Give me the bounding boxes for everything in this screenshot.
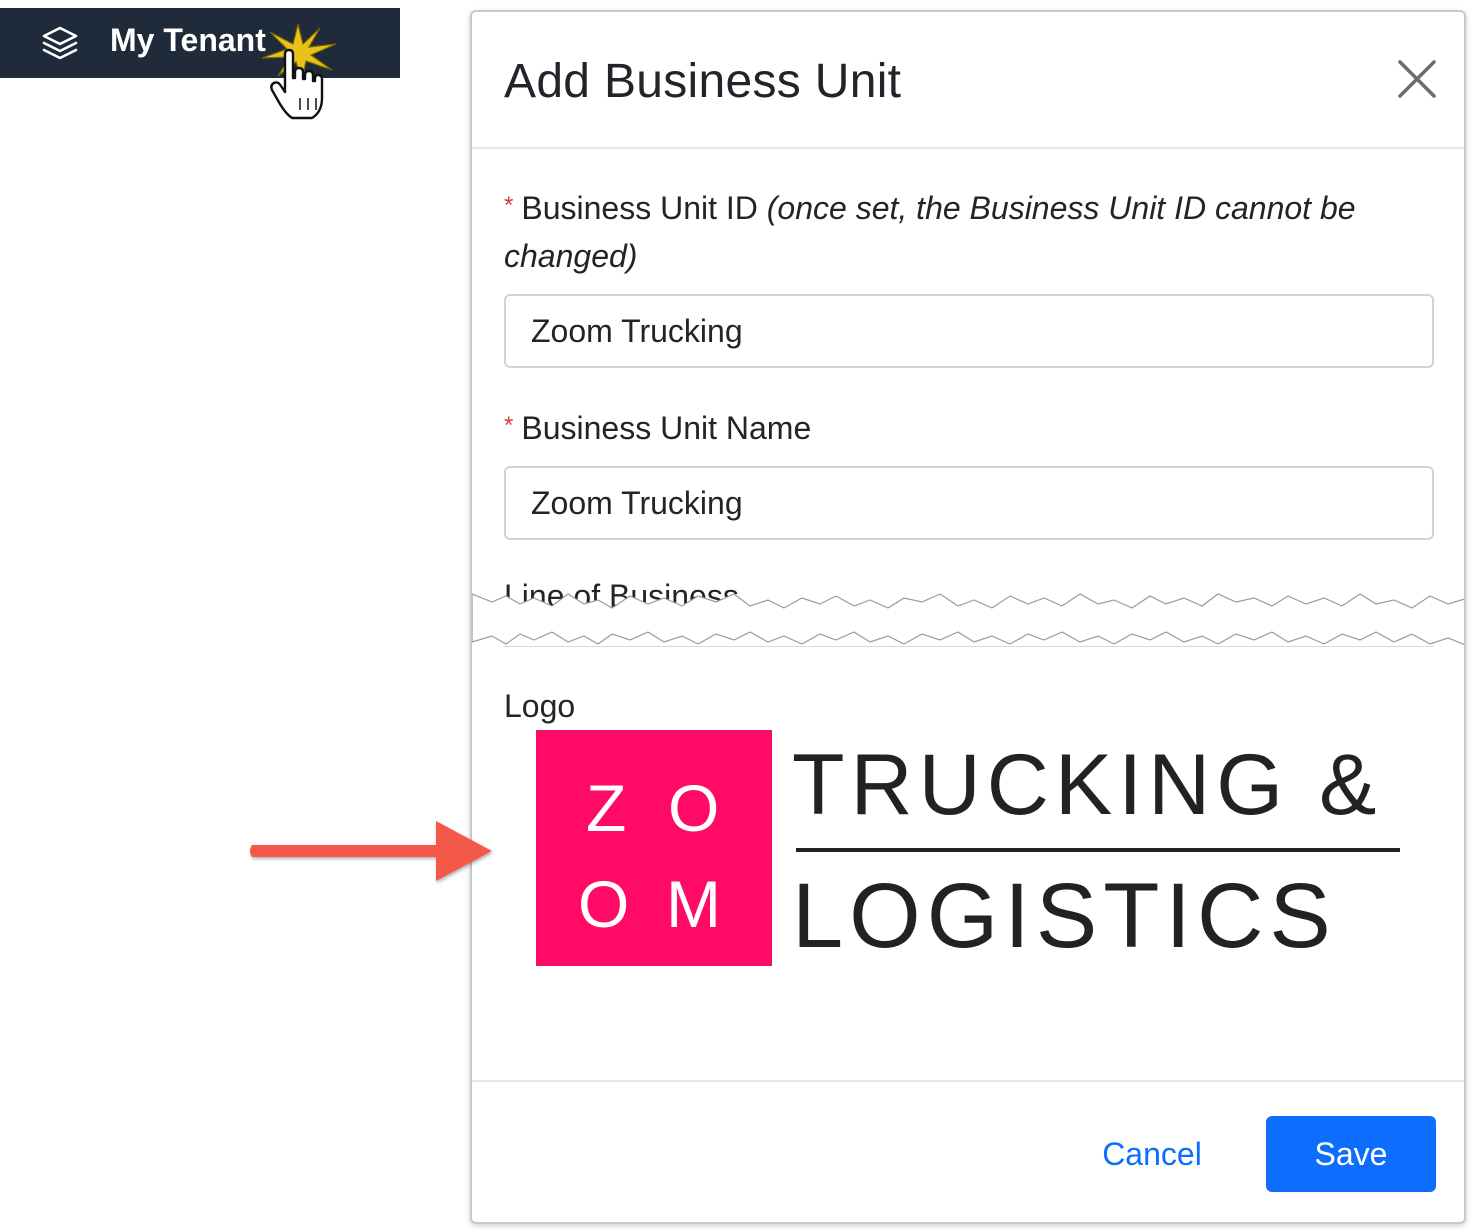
logo-wordmark-line2: LOGISTICS <box>792 865 1337 967</box>
business-unit-name-input[interactable] <box>504 466 1434 540</box>
logo-label: Logo <box>504 688 576 724</box>
add-business-unit-modal: Add Business Unit * Business Unit ID (onc… <box>470 10 1466 1224</box>
my-tenant-nav-item[interactable]: My Tenant <box>0 8 400 78</box>
logo-mark: Z O O M <box>536 730 772 966</box>
business-unit-id-input[interactable] <box>504 294 1434 368</box>
close-icon[interactable] <box>1396 58 1438 100</box>
required-marker: * <box>504 192 514 219</box>
logo-wordmark-line1: TRUCKING & <box>792 737 1383 833</box>
logo-letter: O <box>578 867 630 941</box>
business-unit-id-label: * Business Unit ID (once set, the Busines… <box>504 182 1404 280</box>
annotation-arrow-icon <box>250 821 492 881</box>
logo-letter: O <box>668 771 720 845</box>
tenant-label: My Tenant <box>110 22 266 58</box>
business-unit-name-label-text: Business Unit Name <box>521 410 812 446</box>
business-unit-id-label-text: Business Unit ID <box>521 190 758 226</box>
business-unit-name-label: * Business Unit Name <box>504 402 811 452</box>
logo-rule <box>796 848 1400 852</box>
save-button[interactable]: Save <box>1266 1116 1436 1192</box>
torn-edge <box>472 593 1464 646</box>
logo-letter: Z <box>586 771 627 845</box>
modal-header: Add Business Unit <box>472 12 1464 149</box>
cancel-button[interactable]: Cancel <box>1082 1116 1222 1192</box>
logo-letter: M <box>666 867 721 941</box>
required-marker: * <box>504 412 514 439</box>
layers-icon <box>42 26 78 60</box>
hand-cursor-icon <box>270 48 324 120</box>
modal-title: Add Business Unit <box>504 55 902 108</box>
section-divider <box>504 646 1434 647</box>
